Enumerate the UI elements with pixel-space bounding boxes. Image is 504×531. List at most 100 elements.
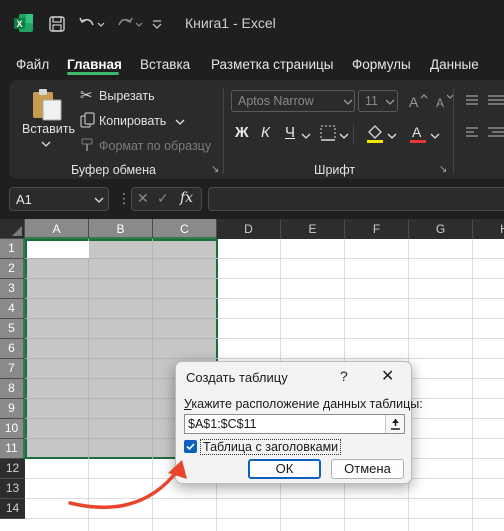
column-header-h[interactable]: H (473, 219, 504, 239)
paste-icon[interactable] (29, 88, 65, 122)
window-title: Книга1 - Excel (185, 15, 276, 31)
row-header-4[interactable]: 4 (0, 299, 25, 319)
column-header-g[interactable]: G (409, 219, 473, 239)
bold-button[interactable]: Ж (235, 124, 249, 141)
column-header-d[interactable]: D (217, 219, 281, 239)
column-header-a[interactable]: A (25, 219, 89, 239)
enter-icon[interactable]: ✓ (157, 190, 169, 207)
cancel-entry-icon[interactable]: ✕ (137, 190, 149, 207)
close-icon[interactable]: ✕ (381, 366, 394, 386)
borders-dropdown-icon[interactable] (339, 132, 349, 140)
active-cell[interactable] (27, 241, 89, 258)
create-table-dialog: Создать таблицу ? ✕ Укажите расположение… (175, 361, 423, 484)
row-header-12[interactable]: 12 (0, 459, 25, 479)
column-header-f[interactable]: F (345, 219, 409, 239)
svg-text:A: A (436, 96, 444, 110)
customize-toolbar-icon[interactable] (150, 13, 164, 35)
italic-button[interactable]: К (261, 124, 270, 141)
row-header-9[interactable]: 9 (0, 399, 25, 419)
tab-formulas[interactable]: Формулы (352, 57, 411, 72)
copy-icon[interactable] (80, 112, 96, 128)
formula-input[interactable] (208, 187, 504, 211)
tab-home[interactable]: Главная (67, 57, 122, 72)
tab-page-layout[interactable]: Разметка страницы (211, 57, 333, 72)
row-header-2[interactable]: 2 (0, 259, 25, 279)
more-options-icon[interactable]: ⋮ (117, 190, 131, 207)
svg-text:X: X (16, 19, 22, 29)
row-header-14[interactable]: 14 (0, 499, 25, 519)
collapse-dialog-button[interactable] (385, 415, 404, 433)
font-name-dropdown-icon[interactable] (343, 98, 353, 106)
headers-checkbox-label[interactable]: Таблица с заголовками (200, 439, 342, 455)
select-all-corner[interactable] (0, 219, 25, 239)
row-header-1[interactable]: 1 (0, 239, 25, 259)
underline-dropdown-icon[interactable] (301, 132, 311, 140)
font-name-select[interactable]: Aptos Narrow (231, 90, 355, 112)
row-header-11[interactable]: 11 (0, 439, 25, 459)
row-header-8[interactable]: 8 (0, 379, 25, 399)
checkmark-icon (186, 443, 195, 451)
cancel-button[interactable]: Отмена (331, 459, 404, 479)
tab-data[interactable]: Данные (430, 57, 479, 72)
range-input-value: $A$1:$C$11 (188, 417, 257, 431)
collapse-arrow-icon (391, 419, 400, 430)
tab-file[interactable]: Файл (16, 57, 49, 72)
alignment-icons[interactable] (464, 92, 504, 156)
font-color-dropdown-icon[interactable] (430, 132, 440, 140)
copy-dropdown-icon[interactable] (175, 118, 185, 126)
column-header-b[interactable]: B (89, 219, 153, 239)
active-tab-indicator (67, 72, 119, 75)
save-icon[interactable] (46, 13, 68, 35)
svg-text:A: A (409, 94, 419, 110)
clipboard-group-label: Буфер обмена (71, 163, 156, 177)
row-header-6[interactable]: 6 (0, 339, 25, 359)
cut-icon[interactable]: ✂ (80, 86, 93, 104)
increase-font-icon[interactable]: A (408, 92, 428, 110)
tab-insert[interactable]: Вставка (140, 57, 190, 72)
ribbon-separator (353, 124, 354, 144)
font-color-icon[interactable]: A (408, 122, 428, 144)
insert-function-icon[interactable]: fx (180, 190, 193, 206)
redo-icon[interactable] (114, 13, 136, 35)
row-header-10[interactable]: 10 (0, 419, 25, 439)
underline-button[interactable]: Ч (285, 124, 295, 141)
fill-color-dropdown-icon[interactable] (387, 132, 397, 140)
paste-button-label[interactable]: Вставить (22, 122, 75, 136)
formula-actions: ✕ ✓ fx (131, 187, 202, 211)
row-header-7[interactable]: 7 (0, 359, 25, 379)
ok-button[interactable]: ОК (248, 459, 321, 479)
fill-color-icon[interactable] (365, 122, 385, 144)
range-input[interactable]: $A$1:$C$11 (184, 414, 405, 434)
cut-button[interactable]: Вырезать (99, 89, 155, 103)
copy-button[interactable]: Копировать (99, 114, 166, 128)
undo-dropdown-icon[interactable] (96, 13, 106, 35)
help-button[interactable]: ? (340, 368, 348, 384)
format-painter-icon[interactable] (80, 137, 96, 153)
format-painter-button[interactable]: Формат по образцу (99, 139, 211, 153)
font-launcher-icon[interactable]: ↘ (439, 164, 447, 175)
column-header-e[interactable]: E (281, 219, 345, 239)
formula-bar: A1 ⋮ ✕ ✓ fx (0, 179, 504, 219)
decrease-font-icon[interactable]: A (435, 92, 455, 110)
font-size-dropdown-icon[interactable] (385, 98, 395, 106)
row-header-5[interactable]: 5 (0, 319, 25, 339)
row-header-3[interactable]: 3 (0, 279, 25, 299)
selection-row-line (25, 298, 218, 299)
row-header-13[interactable]: 13 (0, 479, 25, 499)
ribbon-separator (453, 88, 454, 174)
undo-icon[interactable] (76, 13, 98, 35)
grid-row-line (25, 518, 504, 519)
borders-icon[interactable] (319, 124, 337, 142)
dialog-title: Создать таблицу (186, 370, 288, 385)
redo-dropdown-icon[interactable] (134, 13, 144, 35)
selection-row-line (25, 258, 218, 259)
ribbon-panel: Вставить ✂ Вырезать Копировать Формат по… (9, 80, 504, 179)
range-prompt-label: Укажите расположение данных таблицы: (184, 397, 423, 411)
headers-checkbox[interactable] (184, 440, 197, 453)
selection-column-line (88, 239, 89, 459)
excel-logo-icon: X (14, 14, 33, 32)
name-box-dropdown-icon[interactable] (94, 196, 104, 204)
column-header-c[interactable]: C (153, 219, 217, 239)
paste-dropdown-icon[interactable] (41, 140, 51, 148)
clipboard-launcher-icon[interactable]: ↘ (211, 164, 219, 175)
